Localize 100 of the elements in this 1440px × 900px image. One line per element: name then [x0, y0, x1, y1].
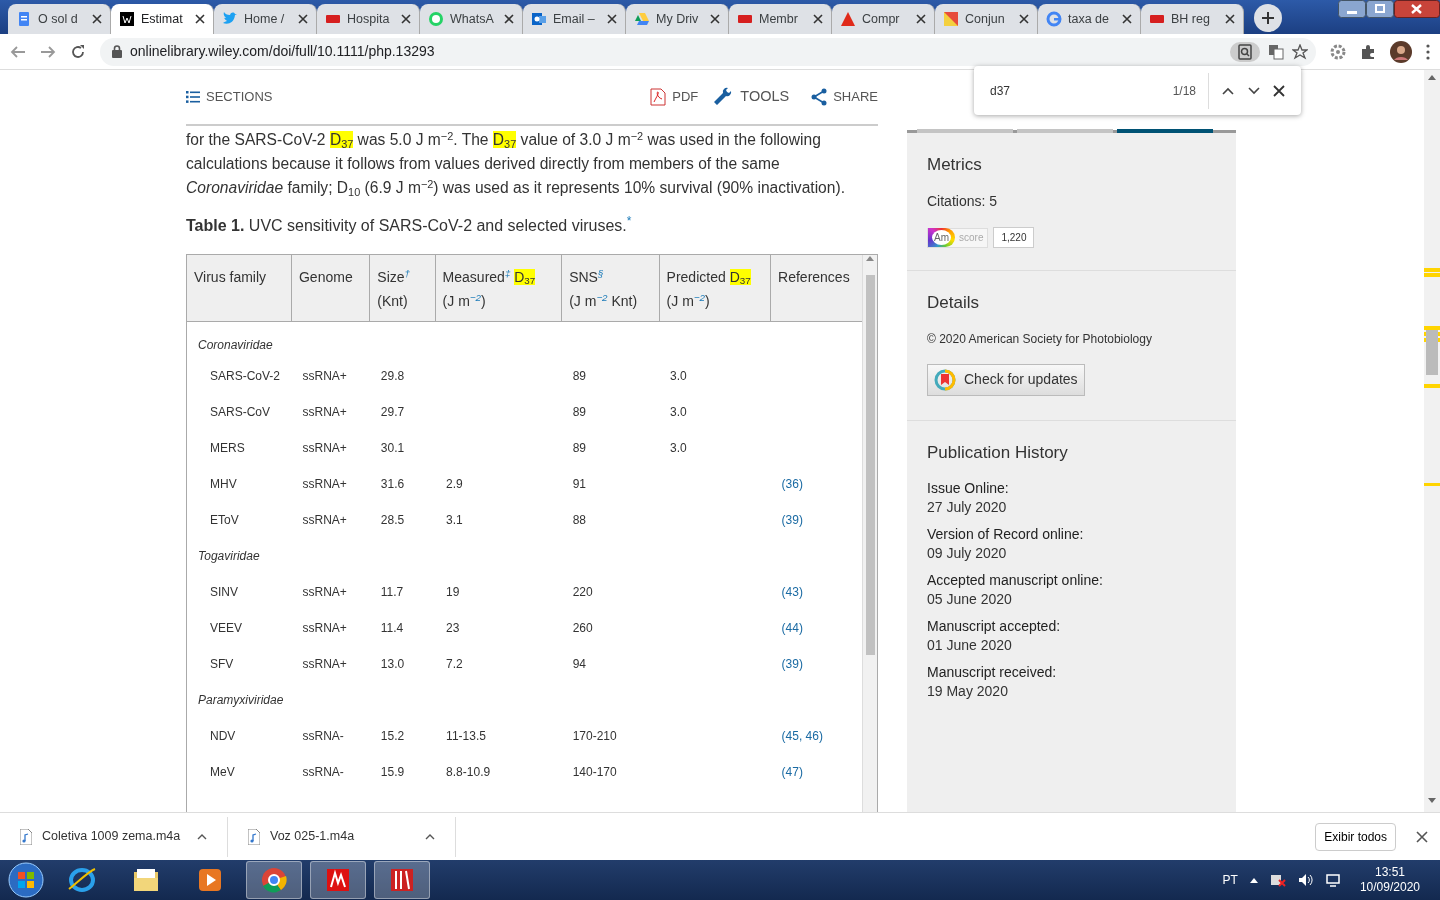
close-icon[interactable]: [1122, 14, 1132, 24]
table-cell: 89: [572, 368, 586, 383]
close-icon[interactable]: [710, 14, 720, 24]
close-icon[interactable]: [916, 14, 926, 24]
forward-icon[interactable]: [40, 43, 56, 60]
sections-button[interactable]: SECTIONS: [186, 87, 273, 107]
browser-icon[interactable]: [67, 865, 97, 895]
avatar-icon[interactable]: [1390, 40, 1412, 63]
reference-link[interactable]: (39): [781, 656, 803, 671]
close-icon[interactable]: [1225, 14, 1235, 24]
column-header: Measured$^{‡}$ D$_{37}$ (J m$^{−2}$): [435, 255, 562, 322]
scroll-up-icon[interactable]: [866, 255, 874, 261]
check-updates-button[interactable]: Check for updates: [927, 363, 1085, 396]
tray-arrow-icon[interactable]: [1249, 877, 1258, 883]
start-button[interactable]: [6, 861, 46, 899]
close-icon[interactable]: [1416, 830, 1428, 843]
star-icon[interactable]: [1292, 43, 1308, 60]
search-page-icon[interactable]: [1237, 43, 1253, 60]
close-icon[interactable]: [92, 14, 102, 24]
scroll-thumb[interactable]: [865, 275, 875, 655]
display-icon[interactable]: [1325, 873, 1340, 887]
restore-icon[interactable]: [1366, 0, 1394, 18]
chrome-icon[interactable]: [259, 865, 289, 895]
download-item[interactable]: Voz 025-1.m4a: [228, 816, 456, 857]
share-button[interactable]: SHARE: [811, 87, 878, 107]
copyright-text: © 2020 American Society for Photobiology: [927, 330, 1153, 348]
browser-tab[interactable]: Email –: [523, 4, 626, 34]
translate-icon[interactable]: [1268, 43, 1284, 60]
history-date: 27 July 2020: [927, 498, 1008, 518]
settings-icon[interactable]: [1330, 43, 1346, 60]
column-header: Size$^{†}$ (Knt): [369, 255, 436, 322]
close-icon[interactable]: [1273, 84, 1285, 97]
volume-icon[interactable]: [1297, 873, 1314, 887]
table-cell: SARS-CoV-2: [210, 368, 281, 383]
close-icon[interactable]: [1394, 0, 1440, 18]
close-icon[interactable]: [504, 14, 514, 24]
reference-link[interactable]: (39): [781, 512, 803, 527]
browser-tab[interactable]: Conjun: [935, 4, 1038, 34]
table-cell: 260: [572, 620, 593, 635]
browser-tab[interactable]: Compr: [832, 4, 935, 34]
history-label: Manuscript accepted:: [927, 617, 1062, 637]
close-icon[interactable]: [607, 14, 617, 24]
language-indicator[interactable]: PT: [1222, 871, 1238, 889]
table-cell: 94: [572, 656, 586, 671]
table-cell: ssRNA-: [302, 764, 344, 779]
lock-icon: [112, 45, 122, 58]
reference-link[interactable]: (47): [781, 764, 803, 779]
table-cell: MeV: [210, 764, 235, 779]
close-icon[interactable]: [298, 14, 308, 24]
audio-file-icon: [20, 828, 32, 845]
clock[interactable]: 13:51 10/09/2020: [1359, 865, 1420, 895]
history-date: 01 June 2020: [927, 636, 1013, 656]
reference-link[interactable]: (44): [781, 620, 803, 635]
scrollbar[interactable]: [862, 255, 877, 812]
address-bar[interactable]: onlinelibrary.wiley.com/doi/full/10.1111/php.13293: [100, 37, 1316, 66]
browser-tab[interactable]: Membr: [729, 4, 832, 34]
table-cell: ssRNA+: [302, 368, 347, 383]
browser-tab[interactable]: Home /: [214, 4, 317, 34]
close-icon[interactable]: [1019, 14, 1029, 24]
browser-tab[interactable]: taxa de: [1038, 4, 1141, 34]
new-tab-button[interactable]: [1254, 4, 1282, 32]
find-field[interactable]: d37: [990, 81, 1161, 100]
history-label: Version of Record online:: [927, 525, 1085, 545]
download-item[interactable]: Coletiva 1009 zema.m4a: [0, 816, 228, 857]
table-cell: NDV: [210, 728, 236, 743]
column-header: Predicted D$_{37}$ (J m$^{−2}$): [659, 255, 771, 322]
reference-link[interactable]: (45, 46): [781, 728, 823, 743]
altmetric-badge[interactable]: Am score: [927, 227, 989, 248]
browser-tab[interactable]: Hospita: [317, 4, 420, 34]
tools-button[interactable]: TOOLS: [714, 86, 790, 108]
browser-tab[interactable]: My Driv: [626, 4, 729, 34]
score-value: 1,220: [993, 227, 1035, 249]
browser-tab[interactable]: BH reg: [1141, 4, 1244, 34]
reference-link[interactable]: (43): [781, 584, 803, 599]
pdf-icon: [650, 88, 667, 106]
back-icon[interactable]: [10, 43, 26, 60]
table-cell: 15.2: [380, 728, 405, 743]
show-all-button[interactable]: Exibir todos: [1315, 822, 1396, 851]
table-cell: SARS-CoV: [210, 404, 271, 419]
table-cell: 88: [572, 512, 586, 527]
table-cell: 8.8-10.9: [446, 764, 491, 779]
site-icon: [531, 11, 547, 27]
network-icon[interactable]: [1269, 873, 1286, 887]
browser-tab[interactable]: O sol d: [8, 4, 111, 34]
reload-icon[interactable]: [70, 43, 86, 60]
close-icon[interactable]: [401, 14, 411, 24]
up-icon[interactable]: [1221, 85, 1235, 96]
down-icon[interactable]: [1247, 85, 1261, 96]
menu-icon[interactable]: [1426, 43, 1430, 60]
close-icon[interactable]: [195, 14, 205, 24]
browser-tab[interactable]: Estimat: [111, 4, 214, 34]
pdf-button[interactable]: PDF: [650, 87, 699, 107]
table-cell: 31.6: [380, 476, 405, 491]
close-icon[interactable]: [813, 14, 823, 24]
reference-link[interactable]: (36): [781, 476, 803, 491]
site-icon: [222, 11, 238, 27]
puzzle-icon[interactable]: [1360, 43, 1376, 60]
table-cell: 91: [572, 476, 586, 491]
minimize-icon[interactable]: [1338, 0, 1366, 18]
browser-tab[interactable]: WhatsA: [420, 4, 523, 34]
